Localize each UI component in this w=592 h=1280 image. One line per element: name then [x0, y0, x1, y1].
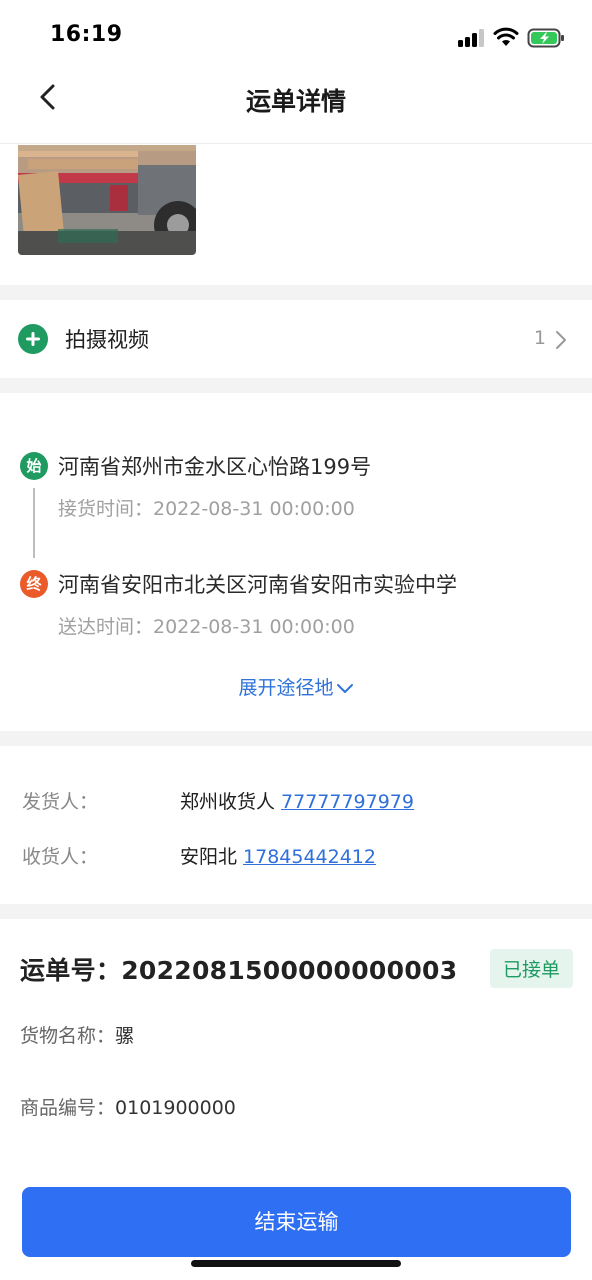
product-code-label: 商品编号：	[20, 1097, 116, 1119]
start-address: 河南省郑州市金水区心怡路199号	[58, 455, 372, 479]
battery-icon	[527, 28, 564, 48]
section-divider	[0, 904, 592, 919]
shipper-name: 郑州收货人	[180, 791, 276, 813]
start-badge: 始	[20, 452, 48, 480]
video-count: 1	[533, 327, 546, 349]
receiver-label: 收货人：	[22, 846, 99, 868]
goods-name-row: 货物名称：骡	[20, 1021, 134, 1048]
photo-section	[0, 145, 592, 285]
goods-name-value: 骡	[115, 1025, 135, 1047]
receiver-name: 安阳北	[180, 846, 238, 868]
end-badge: 终	[20, 570, 48, 598]
expand-waypoints-link[interactable]: 展开途径地	[0, 673, 592, 700]
section-divider	[0, 731, 592, 746]
section-divider	[0, 285, 592, 300]
shipper-phone-link[interactable]: 77777797979	[281, 791, 414, 813]
goods-name-label: 货物名称：	[20, 1025, 116, 1047]
end-address: 河南省安阳市北关区河南省安阳市实验中学	[58, 573, 457, 597]
end-transport-button[interactable]: 结束运输	[22, 1187, 571, 1257]
receiver-info: 安阳北 17845442412	[180, 842, 376, 869]
receiver-phone-link[interactable]: 17845442412	[243, 846, 376, 868]
take-video-row[interactable]: 拍摄视频 1	[0, 300, 592, 378]
product-code-value: 0101900000	[115, 1097, 236, 1119]
home-indicator	[191, 1260, 401, 1267]
waybill-number: 运单号：2022081500000000003	[20, 956, 458, 985]
route-section: 始 河南省郑州市金水区心怡路199号 接货时间：2022-08-31 00:00…	[0, 393, 592, 731]
navigation-bar: 运单详情	[0, 72, 592, 144]
section-divider	[0, 378, 592, 393]
truck-photo[interactable]	[18, 145, 196, 255]
take-video-label: 拍摄视频	[65, 328, 149, 352]
shipper-info: 郑州收货人 77777797979	[180, 787, 414, 814]
add-circle-icon[interactable]	[18, 324, 48, 354]
wifi-icon	[493, 27, 519, 46]
expand-waypoints-label: 展开途径地	[238, 677, 334, 699]
delivery-time: 送达时间：2022-08-31 00:00:00	[58, 616, 355, 638]
status-time: 16:19	[50, 22, 123, 47]
chevron-down-icon	[336, 683, 353, 693]
pickup-time: 接货时间：2022-08-31 00:00:00	[58, 498, 355, 520]
status-bar: 16:19	[0, 0, 592, 72]
signal-icon	[458, 29, 484, 47]
page-title: 运单详情	[245, 87, 346, 116]
contacts-section: 发货人： 郑州收货人 77777797979 收货人： 安阳北 1784544241…	[0, 746, 592, 904]
route-connector	[33, 488, 35, 558]
chevron-right-icon	[556, 331, 566, 349]
status-badge: 已接单	[489, 949, 573, 988]
product-code-row: 商品编号：0101900000	[20, 1093, 236, 1120]
shipper-label: 发货人：	[22, 791, 99, 813]
